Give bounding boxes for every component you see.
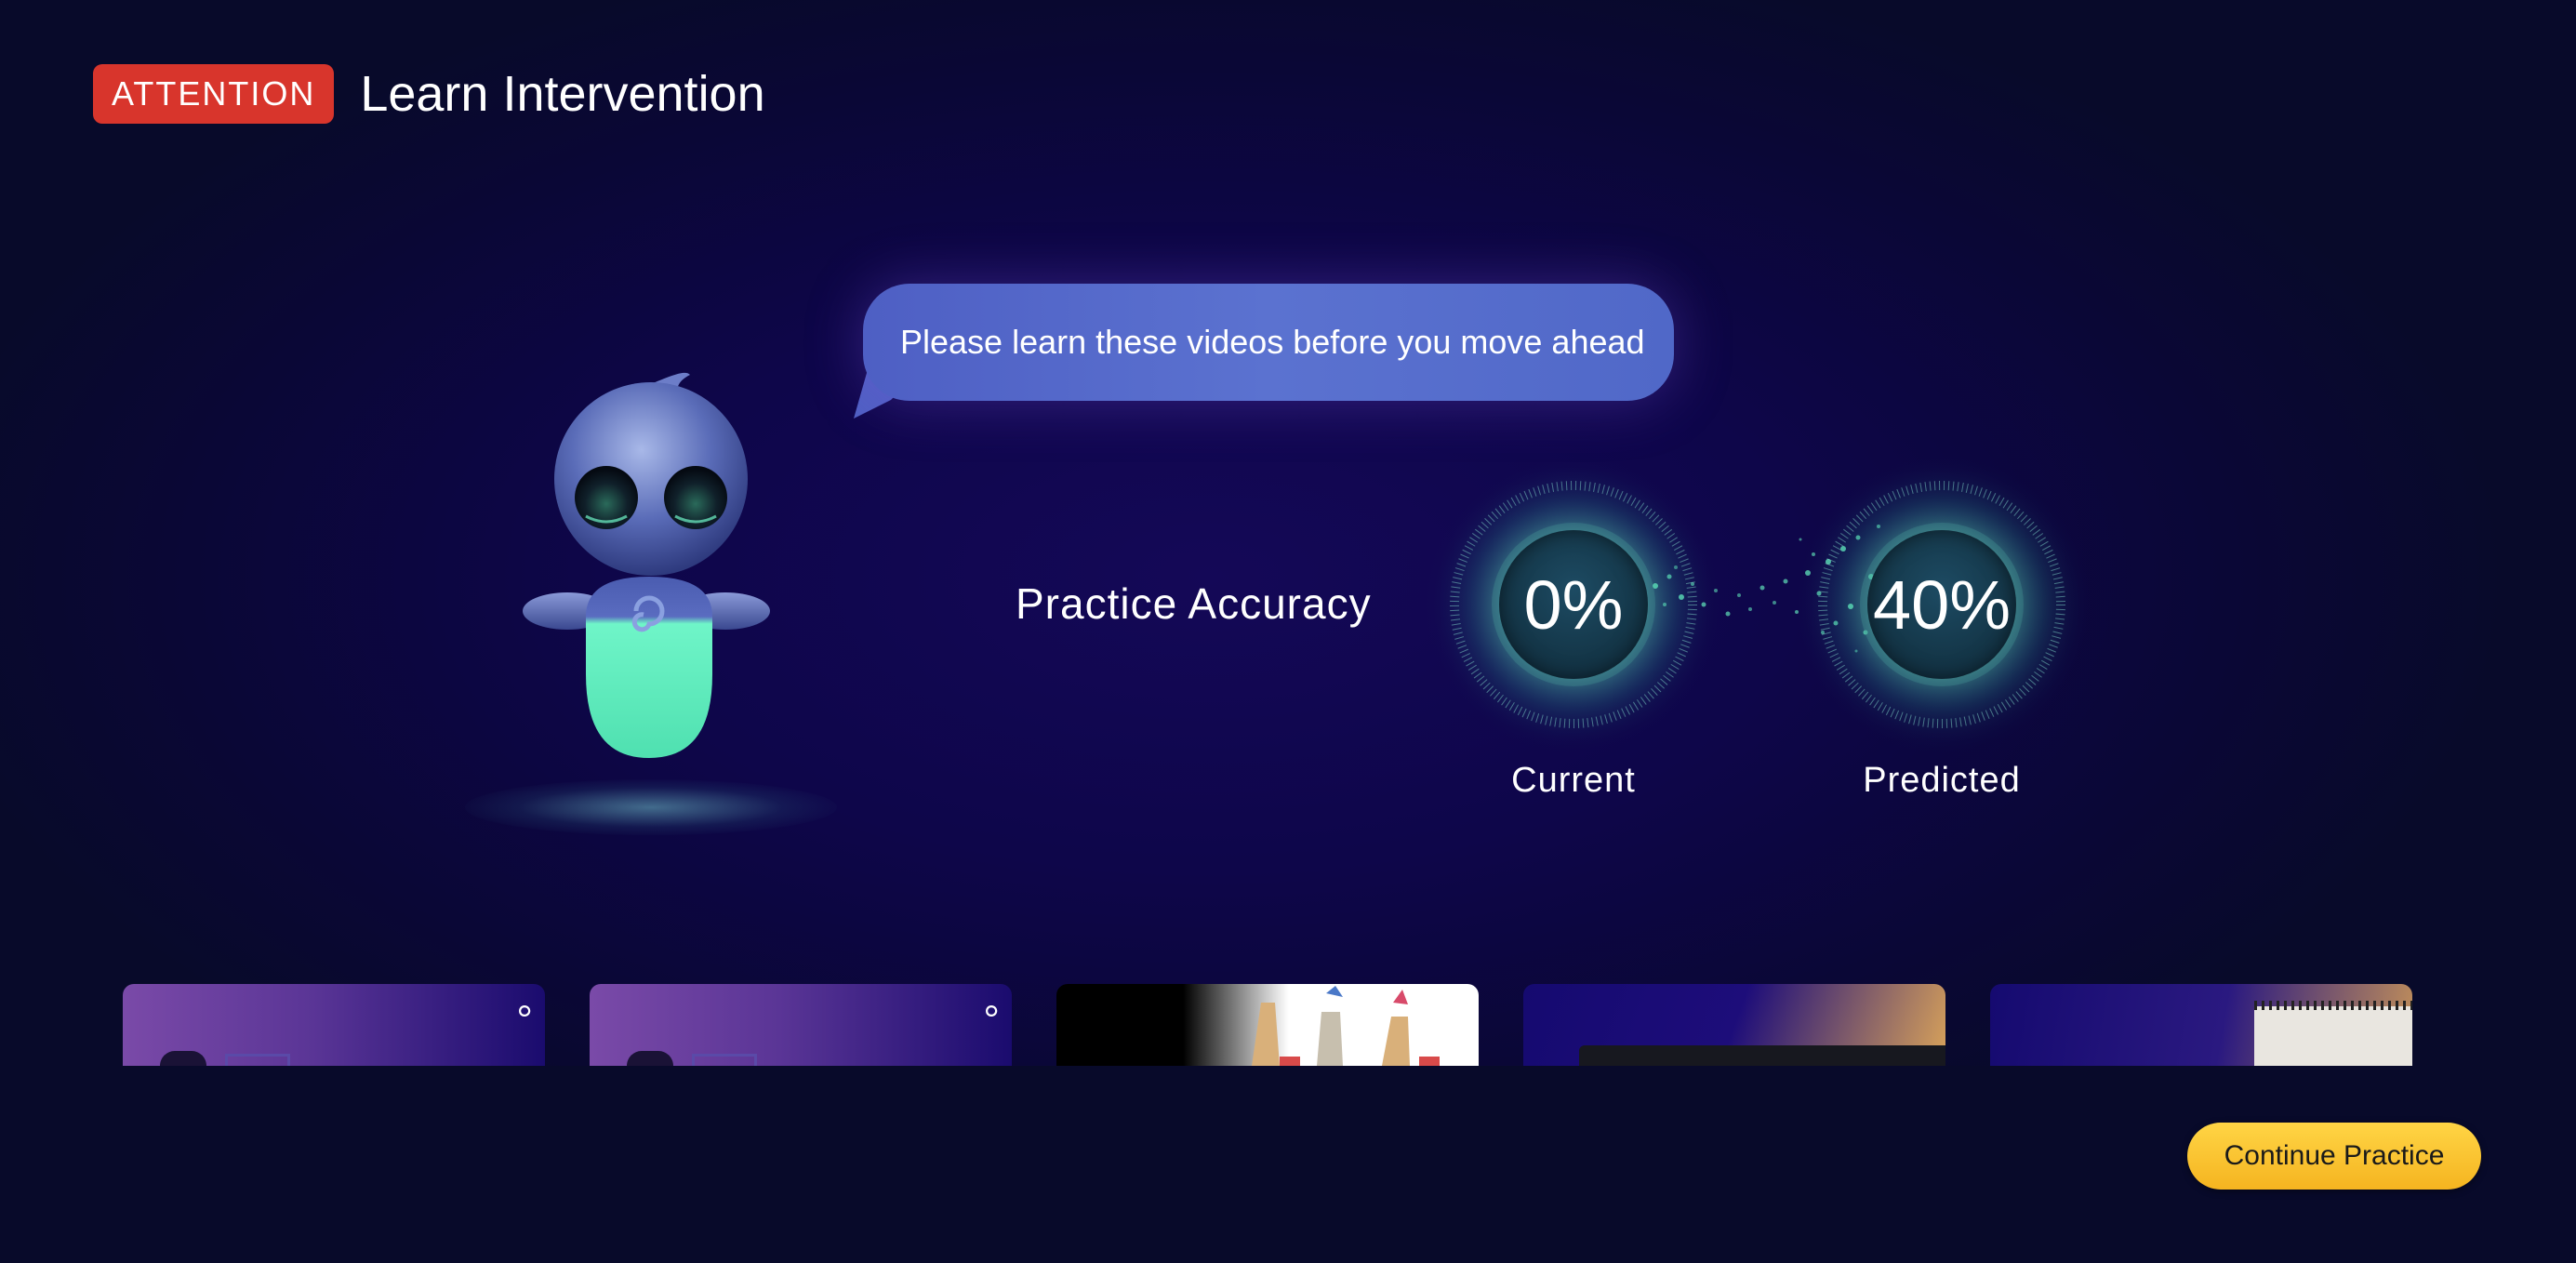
thumbnail-board: [225, 1054, 290, 1066]
cartoon-characters-icon: [1252, 986, 1440, 1066]
thumbnail-notepad: [2254, 1006, 2412, 1066]
mascot-shadow: [465, 779, 837, 835]
video-thumbnail-5[interactable]: [1990, 984, 2412, 1066]
thumbnail-figure: [627, 1051, 673, 1066]
predicted-accuracy-dial: 40%: [1793, 456, 2091, 753]
video-thumbnail-3[interactable]: [1056, 984, 1479, 1066]
continue-practice-button[interactable]: Continue Practice: [2187, 1123, 2481, 1190]
predicted-caption: Predicted: [1863, 761, 2021, 800]
swirl-logo-icon: ๐: [517, 994, 532, 1022]
practice-accuracy-label: Practice Accuracy: [1016, 579, 1372, 628]
swirl-logo-icon: ๐: [984, 994, 999, 1022]
current-caption: Current: [1511, 761, 1636, 800]
robot-mascot-icon: [523, 372, 770, 758]
video-thumbnail-4[interactable]: [1523, 984, 1945, 1066]
video-thumbnail-2[interactable]: ๐: [590, 984, 1012, 1066]
attention-badge: ATTENTION: [93, 64, 335, 124]
video-thumbnail-1[interactable]: ๐: [123, 984, 545, 1066]
current-accuracy-dial: 0%: [1425, 456, 1722, 753]
thumbnail-board: [692, 1054, 757, 1066]
current-accuracy-value: 0%: [1499, 530, 1648, 679]
thumbnail-notepad-rings: [2254, 1001, 2412, 1010]
thumbnail-laptop: [1579, 1045, 1945, 1066]
page-title: Learn Intervention: [360, 66, 765, 122]
speech-bubble: Please learn these videos before you mov…: [863, 284, 1674, 401]
thumbnail-figure: [160, 1051, 206, 1066]
page-header: ATTENTION Learn Intervention: [93, 64, 765, 124]
predicted-accuracy-value: 40%: [1867, 530, 2016, 679]
continue-practice-label: Continue Practice: [2224, 1140, 2445, 1171]
speech-bubble-text: Please learn these videos before you mov…: [900, 323, 1645, 361]
